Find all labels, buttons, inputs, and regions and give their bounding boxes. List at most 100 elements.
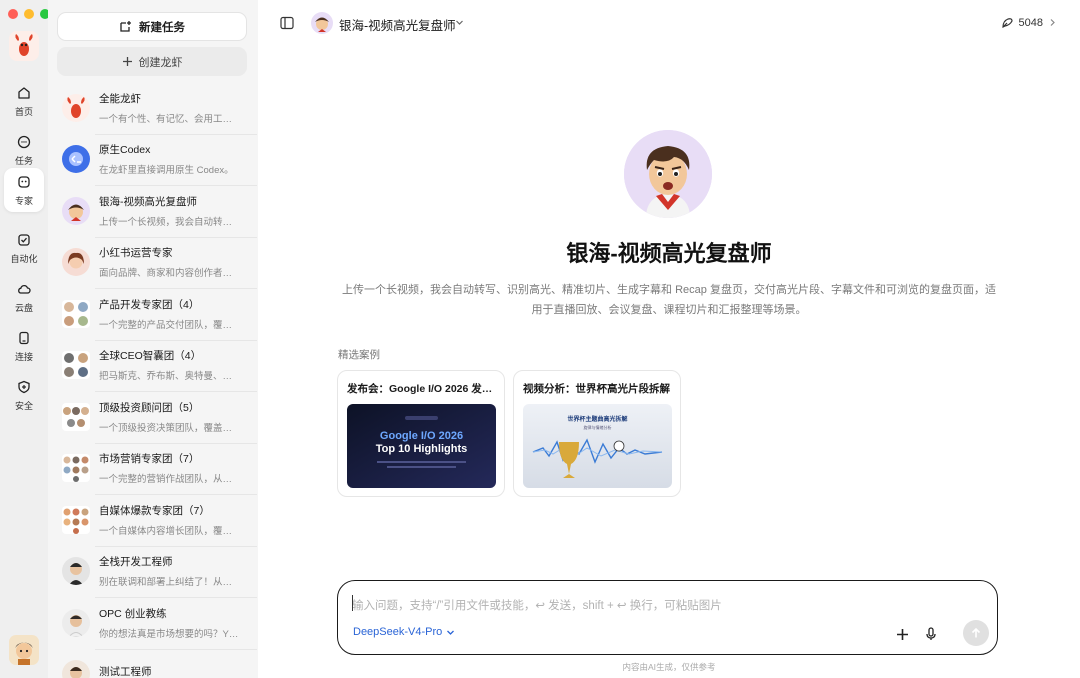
case-card-world-cup[interactable]: 视频分析：世界杯高光片段拆解 世界杯主题曲高光拆解 旋律与情绪分析 — [513, 370, 681, 497]
codex-avatar-icon — [62, 145, 90, 174]
text-caret — [352, 595, 353, 611]
microphone-icon — [926, 627, 936, 640]
agent-list: 全能龙虾一个有个性、有记忆、会用工具的龙虾助手 原生Codex 在龙虾里直接调用原… — [57, 82, 257, 678]
minimize-window-button[interactable] — [24, 9, 34, 19]
rail-label: 自动化 — [10, 253, 38, 264]
agent-desc: 一个完整的产品交付团队，覆盖全流程 — [99, 319, 241, 331]
agent-desc: 上传一个长视频，我会自动转写、识别高光 — [99, 216, 241, 228]
agent-name: 产品开发专家团（4） — [99, 298, 200, 311]
list-item[interactable]: 全球CEO智囊团（4） 把马斯克、乔布斯、奥特曼、搭档请进来 — [57, 339, 257, 392]
team-avatar — [62, 299, 90, 328]
send-button[interactable] — [963, 620, 989, 646]
window-controls — [8, 9, 50, 19]
user-avatar[interactable] — [9, 635, 39, 665]
create-lobster-button[interactable]: 创建龙虾 — [57, 47, 247, 76]
rail-label: 安全 — [14, 400, 33, 411]
model-name: DeepSeek-V4-Pro — [353, 626, 443, 638]
agent-avatar — [62, 608, 90, 637]
rail-item-automation[interactable]: 自动化 — [4, 227, 44, 269]
chevron-down-icon — [447, 630, 455, 635]
agent-desc: 在龙虾里直接调用原生 Codex。 — [99, 165, 234, 177]
thumb-title-1: Google I/O 2026 — [380, 430, 463, 442]
agent-name: 测试工程师 — [99, 666, 152, 678]
plus-icon — [896, 628, 908, 640]
thumb-title-2: Top 10 Highlights — [376, 443, 467, 455]
credits-count: 5048 — [1018, 16, 1043, 29]
cases-label: 精选案例 — [338, 349, 380, 361]
rail-item-home[interactable]: 首页 — [4, 80, 44, 122]
chevron-right-icon — [1050, 19, 1055, 26]
rail-label: 首页 — [14, 106, 33, 117]
list-item[interactable]: OPC 创业教练你的想法真是市场想要的吗？YC 方法论 — [57, 597, 257, 649]
agent-name: 自媒体爆款专家团（7） — [99, 504, 210, 517]
rail-label: 云盘 — [14, 302, 33, 313]
model-selector[interactable]: DeepSeek-V4-Pro — [353, 626, 455, 638]
agent-hero-avatar — [624, 130, 712, 218]
arrow-up-icon — [971, 627, 981, 638]
automation-icon — [18, 233, 30, 246]
list-item[interactable]: 小红书运营专家面向品牌、商家和内容创作者，提供运营支持 — [57, 236, 257, 289]
message-composer[interactable]: 输入问题，支持“/”引用文件或技能，↩ 发送，shift + ↩ 换行，可粘贴图… — [337, 580, 998, 655]
agent-avatar — [62, 557, 90, 586]
agent-name: 市场营销专家团（7） — [99, 453, 200, 466]
agent-avatar — [62, 196, 90, 225]
credits-badge[interactable]: 5048 — [1001, 16, 1056, 29]
message-input[interactable]: 输入问题，支持“/”引用文件或技能，↩ 发送，shift + ↩ 换行，可粘贴图… — [352, 597, 722, 613]
new-task-button[interactable]: 新建任务 — [57, 12, 247, 41]
cloud-icon — [18, 284, 31, 294]
list-item[interactable]: 自媒体爆款专家团（7） 一个自媒体内容增长团队，覆盖选题与分发 — [57, 494, 257, 546]
agent-name: 顶级投资顾问团（5） — [99, 401, 200, 414]
agent-desc: 面向品牌、商家和内容创作者，提供运营支持 — [99, 268, 241, 280]
new-task-icon — [120, 21, 131, 32]
agent-desc: 把马斯克、乔布斯、奥特曼、搭档请进来 — [99, 371, 241, 383]
case-thumbnail: 世界杯主题曲高光拆解 旋律与情绪分析 — [523, 404, 672, 488]
rail-label: 专家 — [14, 195, 33, 206]
agent-switcher[interactable]: 银海-视频高光复盘师 — [339, 15, 456, 34]
agent-name: 小红书运营专家 — [99, 247, 173, 260]
sidebar-toggle-icon[interactable] — [280, 16, 294, 30]
nav-rail: 首页 任务 专家 自动化 云盘 连接 安全 — [0, 0, 50, 678]
rail-item-experts[interactable]: 专家 — [4, 168, 44, 212]
agent-name: 全能龙虾 — [99, 92, 141, 105]
list-item[interactable]: 全能龙虾一个有个性、有记忆、会用工具的龙虾助手 — [57, 82, 253, 134]
main-panel: 银海-视频高光复盘师 5048 银海-视频高光复盘师 上传一个长视频，我会自动转… — [258, 0, 1080, 678]
case-card-google-io[interactable]: 发布会：Google I/O 2026 发布会 Top 10 Highlight… — [337, 370, 505, 497]
agent-description: 上传一个长视频，我会自动转写、识别高光、精准切片、生成字幕和 Recap 复盘页… — [342, 284, 996, 316]
agent-desc: 你的想法真是市场想要的吗？YC 方法论 — [99, 628, 241, 640]
attach-button[interactable] — [891, 623, 913, 645]
case-title: 视频分析：世界杯高光片段拆解 — [523, 383, 670, 395]
list-item[interactable]: 原生Codex 在龙虾里直接调用原生 Codex。 — [57, 133, 257, 186]
close-window-button[interactable] — [8, 9, 18, 19]
agent-desc: 一个顶级投资决策团队，覆盖认知与判断 — [99, 422, 241, 434]
list-item[interactable]: 银海-视频高光复盘师上传一个长视频，我会自动转写、识别高光 — [57, 185, 257, 237]
expert-icon — [18, 175, 30, 188]
lobster-logo-icon[interactable] — [9, 31, 39, 61]
create-lobster-label: 创建龙虾 — [138, 56, 183, 69]
list-item[interactable]: 产品开发专家团（4） 一个完整的产品交付团队，覆盖全流程 — [57, 288, 257, 340]
list-item[interactable]: 全栈开发工程师别在联调和部署上纠结了！从开发到上线 — [57, 545, 257, 598]
rail-item-cloud[interactable]: 云盘 — [4, 276, 44, 318]
shield-icon — [18, 380, 30, 393]
rail-item-tasks[interactable]: 任务 — [4, 129, 44, 171]
rail-item-security[interactable]: 安全 — [4, 374, 44, 416]
agent-desc: 一个自媒体内容增长团队，覆盖选题与分发 — [99, 525, 241, 537]
agent-sidebar: 新建任务 创建龙虾 全能龙虾一个有个性、有记忆、会用工具的龙虾助手 原生Code… — [48, 0, 258, 678]
home-icon — [18, 86, 30, 99]
list-item[interactable]: 测试工程师 — [57, 648, 257, 678]
agent-desc: 一个完整的营销作战团队，从选题到投放 — [99, 474, 241, 486]
team-avatar — [62, 454, 90, 483]
ai-disclaimer: 内容由AI生成，仅供参考 — [622, 662, 716, 672]
thumb-title-2: 旋律与情绪分析 — [584, 424, 612, 430]
list-item[interactable]: 顶级投资顾问团（5） 一个顶级投资决策团队，覆盖认知与判断 — [57, 391, 257, 443]
thumb-title-1: 世界杯主题曲高光拆解 — [567, 415, 627, 423]
chat-icon — [17, 135, 31, 148]
list-item[interactable]: 市场营销专家团（7） 一个完整的营销作战团队，从选题到投放 — [57, 442, 257, 495]
rail-item-connect[interactable]: 连接 — [4, 325, 44, 367]
agent-desc: 别在联调和部署上纠结了！从开发到上线 — [99, 577, 241, 589]
voice-input-button[interactable] — [920, 623, 942, 645]
agent-name: 全球CEO智囊团（4） — [99, 350, 202, 363]
chevron-down-icon[interactable] — [455, 18, 464, 27]
agent-avatar — [62, 248, 90, 277]
agent-name: OPC 创业教练 — [99, 607, 167, 620]
agent-header-avatar[interactable] — [311, 12, 333, 34]
